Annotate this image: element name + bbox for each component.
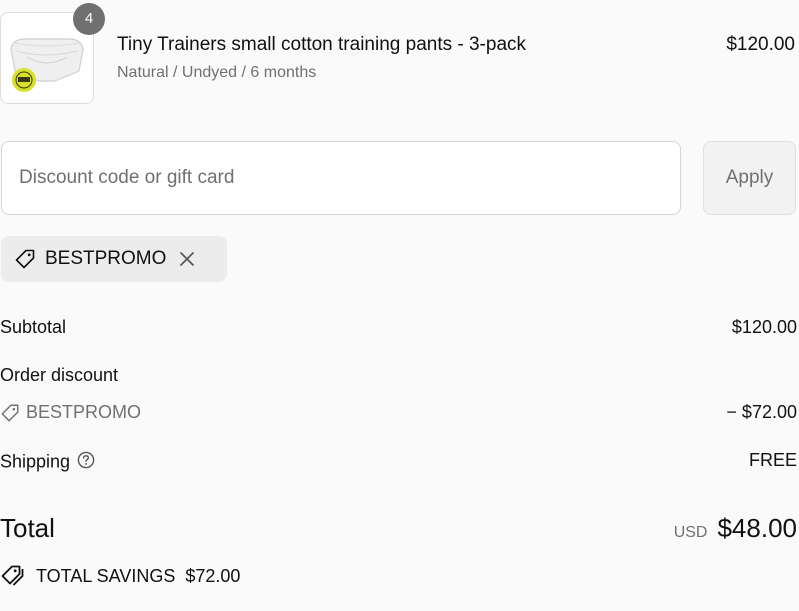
subtotal-value: $120.00: [731, 317, 797, 337]
discount-detail-row: BESTPROMO − $72.00: [0, 402, 797, 423]
product-variant: Natural / Undyed / 6 months: [117, 64, 317, 81]
subtotal-row: Subtotal $120.00: [0, 317, 797, 338]
discount-code-input[interactable]: [1, 141, 681, 215]
training-pants-image: [10, 38, 84, 92]
applied-code: BESTPROMO: [45, 248, 167, 269]
subtotal-label: Subtotal: [0, 317, 67, 337]
total-savings-label: TOTAL SAVINGS: [36, 565, 176, 586]
total-label: Total: [0, 513, 55, 543]
order-discount-label: Order discount: [0, 365, 119, 385]
total-savings-row: TOTAL SAVINGS $72.00: [0, 564, 797, 588]
product-price: $120.00: [726, 34, 795, 55]
remove-discount-button[interactable]: [178, 250, 196, 268]
close-icon: [180, 252, 195, 266]
shipping-row: Shipping FREE: [0, 450, 797, 475]
tag-icon: [1, 404, 19, 421]
product-thumbnail: 4: [0, 3, 105, 104]
shipping-value: FREE: [748, 450, 797, 470]
line-item: 4 Tiny Trainers small cotton training pa…: [0, 3, 799, 108]
total-row: Total USD $48.00: [0, 513, 797, 544]
tags-icon: [1, 565, 24, 586]
tag-icon: [15, 249, 35, 269]
discount-amount: − $72.00: [726, 402, 797, 422]
product-title: Tiny Trainers small cotton training pant…: [117, 34, 527, 55]
discount-code-label: BESTPROMO: [26, 402, 142, 422]
apply-button[interactable]: Apply: [703, 141, 796, 215]
shipping-help-icon[interactable]: [76, 450, 96, 475]
shipping-label: Shipping: [0, 451, 71, 472]
currency-code: USD: [673, 524, 708, 541]
applied-discount-tag: BESTPROMO: [1, 236, 227, 282]
total-amount: $48.00: [717, 513, 797, 543]
quantity-badge: 4: [73, 3, 105, 35]
order-discount-row: Order discount: [0, 365, 797, 386]
total-savings-amount: $72.00: [185, 565, 241, 586]
